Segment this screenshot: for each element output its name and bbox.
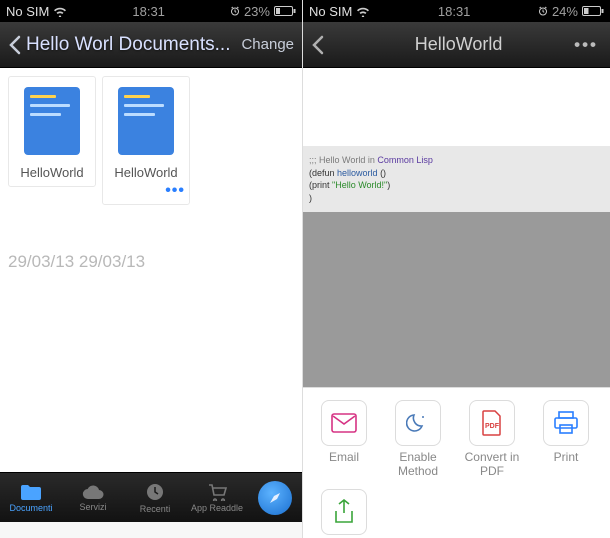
alarm-icon <box>230 4 240 19</box>
battery-percent: 24% <box>552 4 578 19</box>
action-email[interactable]: Email <box>307 400 381 479</box>
phone-right-preview: No SIM 18:31 24% HelloWorld ••• ;;; Hell… <box>303 0 610 538</box>
tab-bar: Documenti Servizi Recenti App Readdle <box>0 472 302 522</box>
code-text: () <box>378 168 387 178</box>
code-text: (defun <box>309 168 337 178</box>
wifi-icon <box>53 6 67 17</box>
nav-title: HelloWorld <box>347 34 570 55</box>
action-label: Print <box>554 450 579 464</box>
svg-text:PDF: PDF <box>485 423 500 430</box>
document-icon <box>24 87 80 155</box>
file-grid: HelloWorld HelloWorld ••• <box>0 68 302 490</box>
cart-icon <box>206 483 228 501</box>
action-print[interactable]: Print <box>529 400 603 479</box>
alarm-icon <box>538 4 548 19</box>
file-item[interactable]: HelloWorld ••• <box>102 76 190 205</box>
file-name: HelloWorld <box>114 165 177 180</box>
share-icon <box>321 489 367 535</box>
action-label: Email <box>329 450 359 464</box>
carrier-label: No SIM <box>6 4 49 19</box>
tab-documents[interactable]: Documenti <box>0 473 62 522</box>
code-fn: helloworld <box>337 168 378 178</box>
tab-label: Documenti <box>9 503 52 513</box>
code-text: ) <box>387 180 390 190</box>
tab-compass[interactable] <box>248 473 302 522</box>
code-lang: Common Lisp <box>377 155 433 165</box>
file-dates-row: 29/03/13 29/03/13 <box>8 252 145 272</box>
compass-icon <box>258 481 292 515</box>
tab-label: Recenti <box>140 504 171 514</box>
action-sheet: Email Enable Method PDF Convert in PDF <box>303 387 610 538</box>
document-icon <box>118 87 174 155</box>
tab-label: Servizi <box>79 502 106 512</box>
folder-icon <box>20 483 42 501</box>
battery-percent: 23% <box>244 4 270 19</box>
code-comment: ;;; Hello World in <box>309 155 377 165</box>
status-time: 18:31 <box>438 4 471 19</box>
action-label: Enable Method <box>381 450 455 479</box>
wifi-icon <box>356 6 370 17</box>
carrier-label: No SIM <box>309 4 352 19</box>
tab-services[interactable]: Servizi <box>62 473 124 522</box>
email-icon <box>321 400 367 446</box>
code-text: (print <box>309 180 332 190</box>
more-button[interactable]: ••• <box>570 35 602 55</box>
status-time: 18:31 <box>132 4 165 19</box>
printer-icon <box>543 400 589 446</box>
document-preview: ;;; Hello World in Common Lisp (defun he… <box>303 146 610 538</box>
tab-label: App Readdle <box>191 503 243 513</box>
file-menu-icon[interactable]: ••• <box>165 182 185 200</box>
action-enable-method[interactable]: Enable Method <box>381 400 455 479</box>
action-label: Convert in PDF <box>455 450 529 479</box>
change-button[interactable]: Change <box>241 36 294 53</box>
nav-bar: HelloWorld ••• <box>303 22 610 68</box>
moon-icon <box>395 400 441 446</box>
action-convert-pdf[interactable]: PDF Convert in PDF <box>455 400 529 479</box>
file-item[interactable]: HelloWorld <box>8 76 96 187</box>
nav-title: Hello Worl Documents... <box>26 34 231 56</box>
tab-readdle[interactable]: App Readdle <box>186 473 248 522</box>
cloud-icon <box>82 484 104 500</box>
code-string: "Hello World!" <box>332 180 387 190</box>
status-bar: No SIM 18:31 23% <box>0 0 302 22</box>
back-button[interactable] <box>311 35 325 55</box>
status-bar: No SIM 18:31 24% <box>303 0 610 22</box>
back-button[interactable] <box>8 35 22 55</box>
tab-recent[interactable]: Recenti <box>124 473 186 522</box>
battery-icon <box>274 6 296 16</box>
action-share[interactable]: Share <box>307 489 381 538</box>
phone-left-documents: No SIM 18:31 23% Hello Worl Documents...… <box>0 0 303 538</box>
code-preview: ;;; Hello World in Common Lisp (defun he… <box>303 146 610 212</box>
code-text: ) <box>309 193 312 203</box>
battery-icon <box>582 6 604 16</box>
pdf-icon: PDF <box>469 400 515 446</box>
file-name: HelloWorld <box>20 165 83 180</box>
nav-bar: Hello Worl Documents... Change <box>0 22 302 68</box>
clock-icon <box>145 482 165 502</box>
